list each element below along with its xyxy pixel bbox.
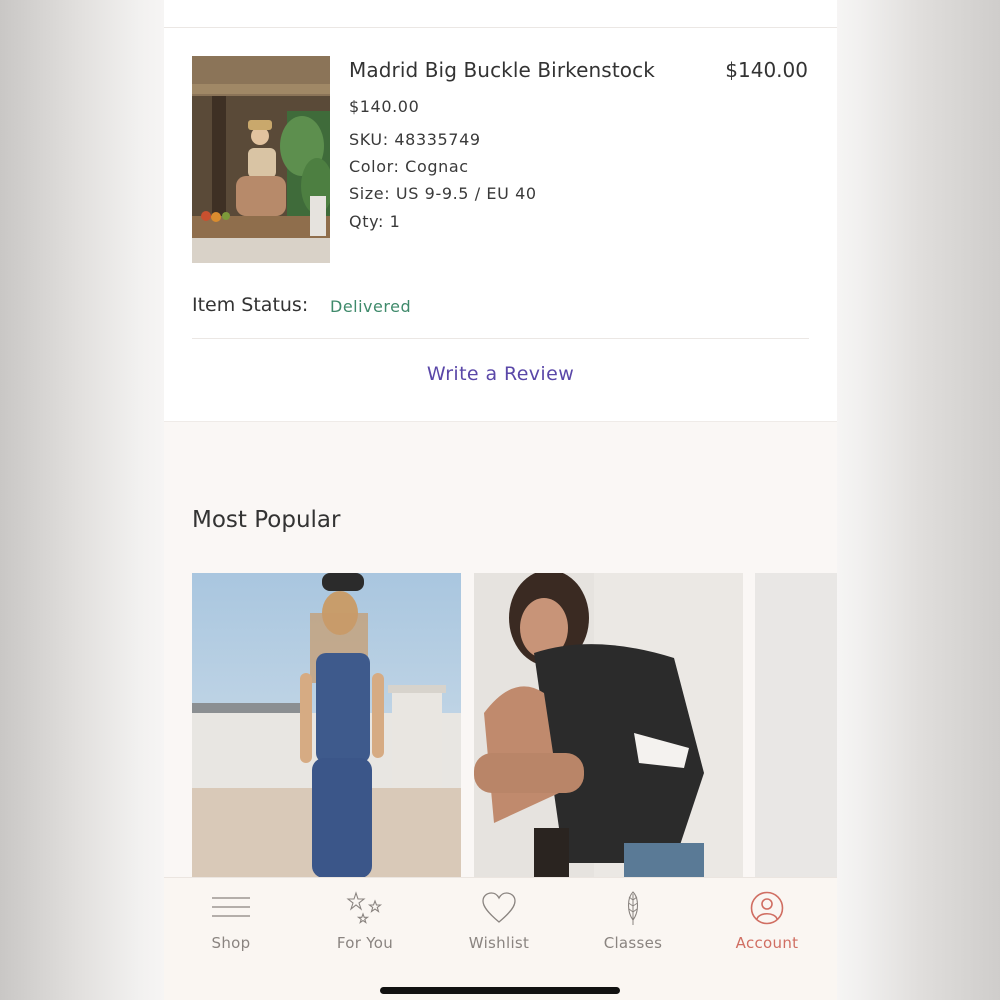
product-unit-price: $140.00 [349, 97, 420, 116]
product-color: Color: Cognac [349, 157, 469, 176]
write-review-link[interactable]: Write a Review [164, 363, 837, 385]
tab-label: Shop [211, 934, 251, 952]
popular-product-card[interactable] [474, 573, 743, 878]
product-name[interactable]: Madrid Big Buckle Birkenstock [349, 58, 655, 82]
tab-account[interactable]: Account [700, 878, 834, 973]
most-popular-title: Most Popular [192, 507, 341, 533]
feather-icon [627, 891, 639, 925]
popular-product-card[interactable] [192, 573, 461, 878]
tab-label: Account [735, 934, 799, 952]
tab-for-you[interactable]: For You [298, 878, 432, 973]
product-thumbnail[interactable] [192, 56, 330, 263]
product-sku: SKU: 48335749 [349, 130, 481, 149]
tab-wishlist[interactable]: Wishlist [432, 878, 566, 973]
phone-screen: Madrid Big Buckle Birkenstock $140.00 $1… [164, 0, 837, 1000]
product-size: Size: US 9-9.5 / EU 40 [349, 184, 537, 203]
order-item-card: Madrid Big Buckle Birkenstock $140.00 $1… [164, 0, 837, 422]
tab-label: For You [336, 934, 394, 952]
home-indicator[interactable] [380, 987, 620, 994]
divider [192, 338, 809, 339]
account-icon [750, 891, 784, 925]
divider [164, 27, 837, 28]
menu-lines-icon [212, 897, 250, 917]
stars-icon [346, 891, 383, 924]
item-status-value: Delivered [330, 297, 412, 316]
product-qty: Qty: 1 [349, 212, 401, 231]
item-status-label: Item Status: [192, 294, 309, 316]
tab-label: Wishlist [468, 934, 530, 952]
tab-classes[interactable]: Classes [566, 878, 700, 973]
product-total-price: $140.00 [725, 58, 808, 82]
popular-product-card[interactable] [755, 573, 837, 878]
heart-icon [482, 892, 516, 923]
tab-label: Classes [603, 934, 663, 952]
bottom-tab-bar: Shop For You Wishlist Classes Account [164, 877, 837, 1000]
tab-shop[interactable]: Shop [164, 878, 298, 973]
